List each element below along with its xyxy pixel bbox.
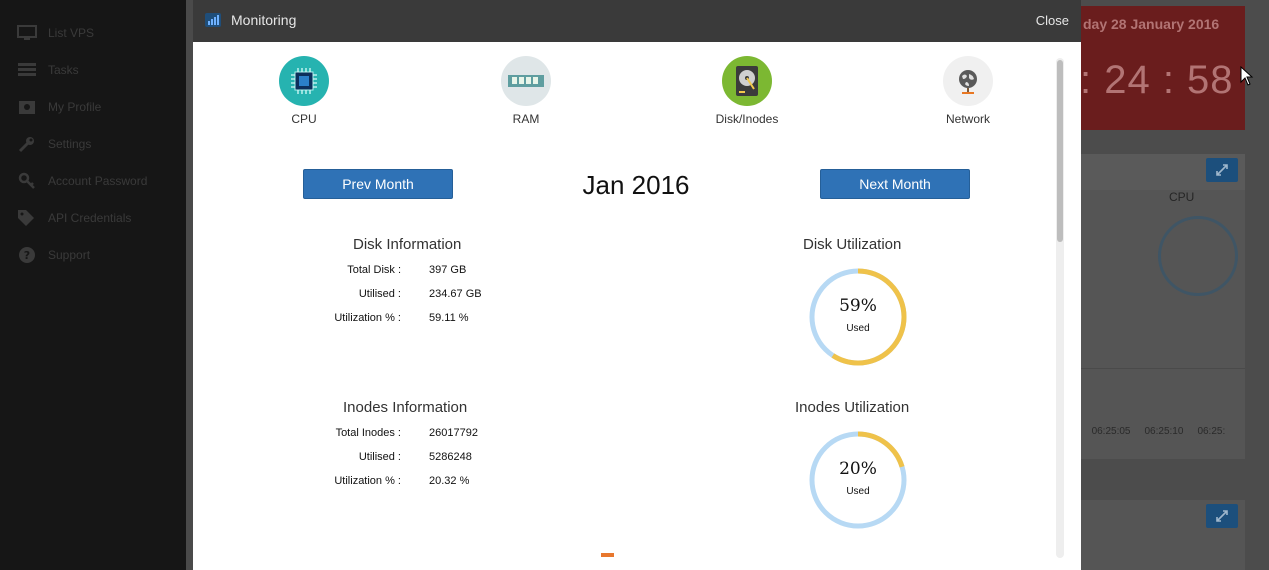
sidebar-item-label: Account Password <box>48 174 148 188</box>
time-tick: 06:25:10 <box>1144 426 1184 437</box>
tab-cpu[interactable]: CPU <box>254 56 354 130</box>
bar-chart-icon <box>205 13 221 27</box>
total-inodes-label: Total Inodes : <box>335 427 401 439</box>
expand-icon <box>1216 164 1228 176</box>
total-disk-label: Total Disk : <box>347 264 401 276</box>
disk-util-title: Disk Utilization <box>803 236 902 253</box>
tab-label: CPU <box>291 112 317 126</box>
modal-title: Monitoring <box>231 12 297 28</box>
sidebar: List VPS Tasks My Profile Settings Accou… <box>0 0 186 570</box>
inodes-util-title: Inodes Utilization <box>795 399 910 416</box>
total-inodes-value: 26017792 <box>429 427 478 439</box>
sidebar-item-settings[interactable]: Settings <box>16 133 91 155</box>
mouse-cursor-icon <box>1240 66 1254 86</box>
disk-util-percent: 59% <box>839 296 877 316</box>
disk-utilization-donut: 59% Used <box>806 265 910 369</box>
sidebar-item-my-profile[interactable]: My Profile <box>16 96 101 118</box>
disk-utilization-pct-value: 59.11 % <box>429 312 469 324</box>
sidebar-item-api-credentials[interactable]: API Credentials <box>16 207 131 229</box>
sidebar-item-tasks[interactable]: Tasks <box>16 59 79 81</box>
inodes-utilization-donut: 20% Used <box>806 428 910 532</box>
disk-info-title: Disk Information <box>353 236 462 253</box>
tab-network[interactable]: Network <box>918 56 1018 130</box>
legend-swatch <box>601 553 614 557</box>
time-tick: 06:25:05 <box>1091 426 1131 437</box>
wrench-icon <box>16 135 38 153</box>
inodes-utilization-pct-label: Utilization % : <box>334 475 401 487</box>
expand-button[interactable] <box>1206 504 1238 528</box>
monitor-icon <box>16 24 38 42</box>
time-tick: 06:25: <box>1197 426 1226 437</box>
inodes-utilization-pct-value: 20.32 % <box>429 475 470 487</box>
prev-month-button[interactable]: Prev Month <box>303 169 453 199</box>
sidebar-item-support[interactable]: ? Support <box>16 244 90 266</box>
disk-util-used-label: Used <box>846 323 870 334</box>
globe-icon <box>943 56 993 106</box>
sidebar-item-label: My Profile <box>48 100 102 114</box>
sidebar-item-account-password[interactable]: Account Password <box>16 170 147 192</box>
cpu-card <box>1080 154 1245 459</box>
sidebar-item-label: API Credentials <box>48 211 132 225</box>
monitoring-modal: Monitoring Close CPU RAM Disk/Inodes Net… <box>193 0 1081 570</box>
divider <box>1080 368 1245 369</box>
expand-icon <box>1216 510 1228 522</box>
tab-disk-inodes[interactable]: Disk/Inodes <box>697 56 797 130</box>
close-button[interactable]: Close <box>1036 13 1069 28</box>
ram-icon <box>501 56 551 106</box>
cpu-icon <box>279 56 329 106</box>
sidebar-item-label: Tasks <box>48 63 79 77</box>
inodes-info-title: Inodes Information <box>343 399 468 416</box>
id-card-icon <box>16 98 38 116</box>
total-disk-value: 397 GB <box>429 264 467 276</box>
expand-button[interactable] <box>1206 158 1238 182</box>
hard-disk-icon <box>722 56 772 106</box>
svg-text:?: ? <box>24 249 30 262</box>
bg-time-axis: 0 06:25:05 06:25:10 06:25: <box>1072 426 1225 437</box>
sidebar-item-list-vps[interactable]: List VPS <box>16 22 94 44</box>
inodes-util-used-label: Used <box>846 486 870 497</box>
disk-utilization-pct-label: Utilization % : <box>334 312 401 324</box>
bg-cpu-label: CPU <box>1169 190 1195 204</box>
inodes-utilised-label: Utilised : <box>358 451 401 463</box>
disk-utilised-value: 234.67 GB <box>429 288 482 300</box>
clock-date: day 28 January 2016 <box>1083 16 1220 32</box>
modal-scrollbar-thumb[interactable] <box>1057 60 1063 242</box>
list-icon <box>16 61 38 79</box>
sidebar-item-label: Settings <box>48 137 92 151</box>
clock-time: : 24 : 58 <box>1080 58 1234 102</box>
tab-label: RAM <box>512 112 540 126</box>
bg-cpu-gauge <box>1158 216 1238 296</box>
month-title: Jan 2016 <box>582 170 690 200</box>
sidebar-item-label: List VPS <box>48 26 95 40</box>
tab-label: Network <box>945 112 990 126</box>
disk-utilised-label: Utilised : <box>358 288 401 300</box>
sidebar-item-label: Support <box>48 248 91 262</box>
inodes-utilised-value: 5286248 <box>429 451 472 463</box>
modal-header: Monitoring Close <box>193 0 1081 42</box>
question-icon: ? <box>16 246 38 264</box>
key-icon <box>16 172 38 190</box>
tags-icon <box>16 209 38 227</box>
tab-label: Disk/Inodes <box>715 112 779 126</box>
tab-ram[interactable]: RAM <box>476 56 576 130</box>
next-month-button[interactable]: Next Month <box>820 169 970 199</box>
inodes-util-percent: 20% <box>839 459 877 479</box>
